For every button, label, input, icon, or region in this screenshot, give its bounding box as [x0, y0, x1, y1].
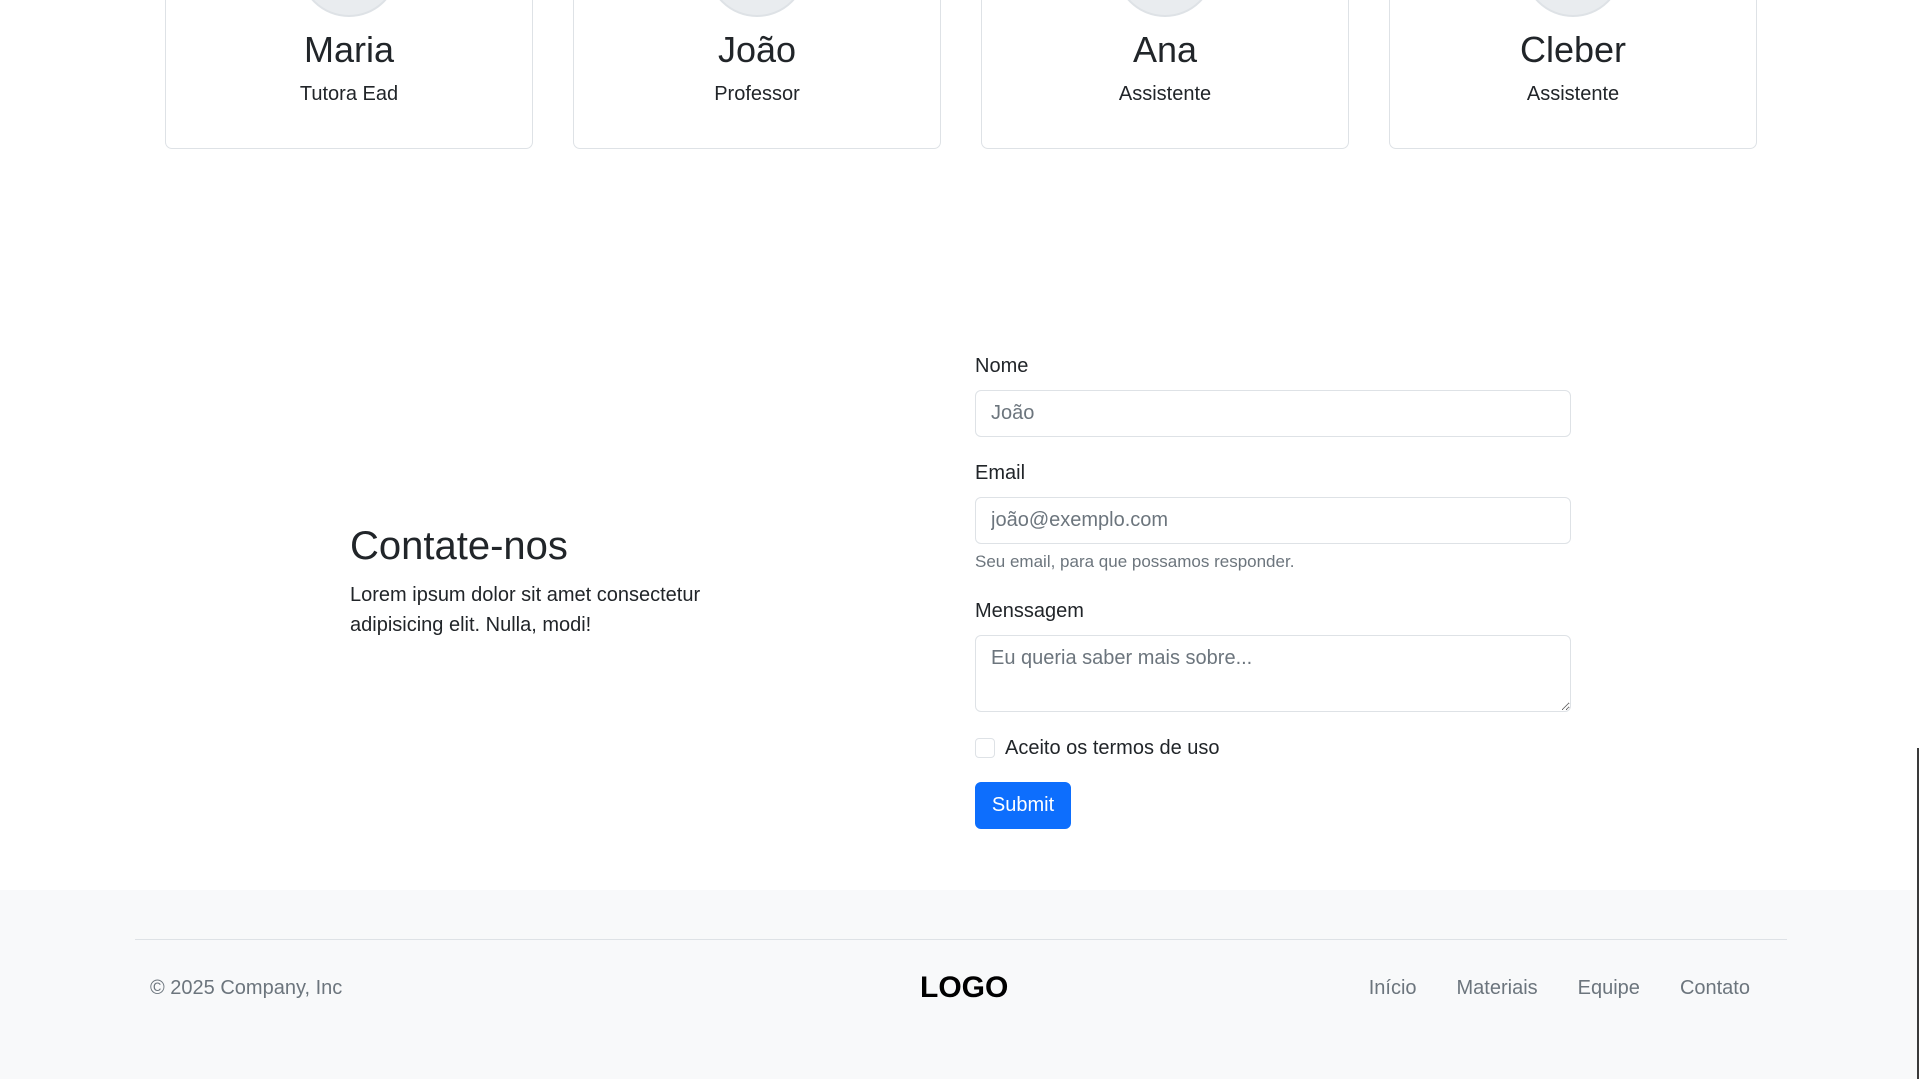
footer-link-contato[interactable]: Contato: [1680, 974, 1750, 1002]
avatar: [299, 0, 399, 17]
avatar: [1115, 0, 1215, 17]
footer-link-equipe[interactable]: Equipe: [1578, 974, 1640, 1002]
contact-heading: Contate-nos: [350, 524, 568, 568]
terms-checkbox-row[interactable]: Aceito os termos de uso: [975, 734, 1220, 762]
team-card-joao: João Professor: [573, 0, 941, 149]
message-textarea[interactable]: [975, 635, 1571, 712]
footer-divider: [135, 939, 1787, 940]
team-member-name: Maria: [303, 29, 395, 70]
team-card-cleber: Cleber Assistente: [1389, 0, 1757, 149]
team-member-name: Ana: [1132, 29, 1198, 70]
team-member-name: João: [717, 29, 797, 70]
terms-checkbox[interactable]: [975, 738, 995, 758]
email-label: Email: [975, 462, 1026, 484]
message-label: Menssagem: [975, 600, 1084, 622]
submit-button[interactable]: Submit: [975, 782, 1071, 829]
footer-nav: Início Materiais Equipe Contato: [1369, 974, 1750, 1002]
team-card-maria: Maria Tutora Ead: [165, 0, 533, 149]
avatar: [1523, 0, 1623, 17]
footer-link-materiais[interactable]: Materiais: [1457, 974, 1538, 1002]
team-section: Maria Tutora Ead João Professor Ana Assi…: [0, 0, 1919, 150]
email-help-text: Seu email, para que possamos responder.: [975, 552, 1295, 571]
terms-label[interactable]: Aceito os termos de uso: [1005, 734, 1220, 762]
team-member-role: Assistente: [1526, 83, 1620, 105]
copyright-text: © 2025 Company, Inc: [150, 977, 343, 999]
name-input[interactable]: [975, 390, 1571, 437]
email-input[interactable]: [975, 497, 1571, 544]
footer: © 2025 Company, Inc LOGO Início Materiai…: [0, 890, 1919, 1079]
team-member-role: Tutora Ead: [299, 83, 399, 105]
team-member-name: Cleber: [1519, 29, 1627, 70]
avatar: [707, 0, 807, 17]
contact-description: Lorem ipsum dolor sit amet consectetur a…: [350, 584, 701, 636]
footer-logo[interactable]: LOGO: [920, 970, 1008, 1006]
footer-link-inicio[interactable]: Início: [1369, 974, 1417, 1002]
team-member-role: Assistente: [1118, 83, 1212, 105]
team-card-ana: Ana Assistente: [981, 0, 1349, 149]
team-member-role: Professor: [714, 83, 800, 105]
name-label: Nome: [975, 355, 1029, 377]
